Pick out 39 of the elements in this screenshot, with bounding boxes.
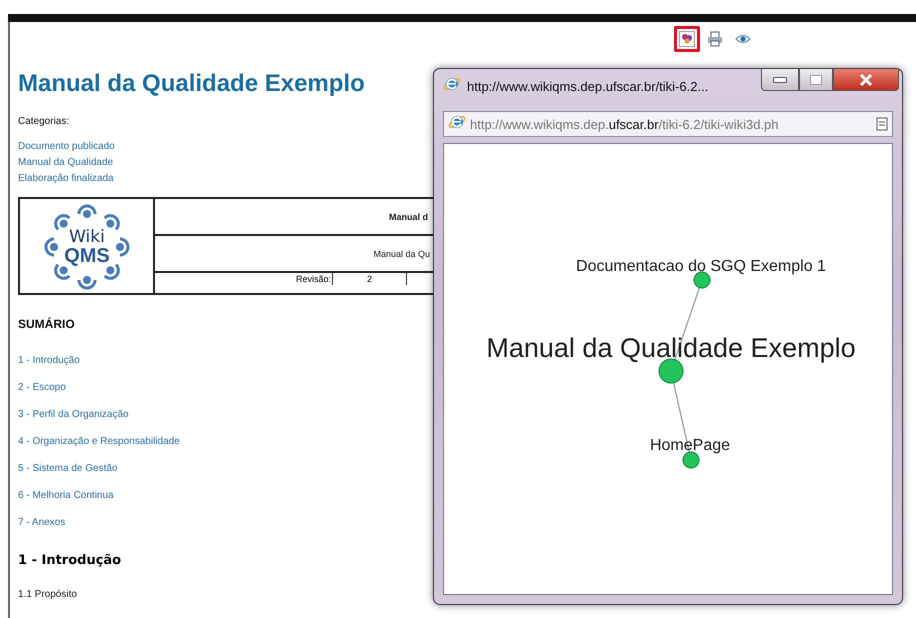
address-bar[interactable]: http://www.wikiqms.dep.ufscar.br/tiki-6.2/tiki-wiki3d.ph	[443, 111, 893, 137]
node-label: HomePage	[650, 437, 730, 454]
node-label: Documentacao do SGQ Exemplo 1	[576, 258, 826, 275]
summary-title: SUMÁRIO	[18, 317, 75, 331]
page-icon	[876, 117, 888, 131]
printer-icon	[707, 31, 723, 47]
minimize-icon	[773, 76, 787, 82]
toolbar-button[interactable]	[674, 26, 700, 52]
logo: Wiki QMS	[42, 202, 132, 290]
summary-link[interactable]: 2 - Escopo	[18, 382, 66, 393]
document-title: Manual d	[388, 212, 428, 222]
close-icon	[859, 74, 873, 86]
address-text: http://www.wikiqms.dep.ufscar.br/tiki-6.2/tiki-wiki3d.ph	[470, 116, 780, 132]
section-heading: 1 - Introdução	[18, 553, 122, 569]
subsection-heading: 1.1 Propósito	[18, 589, 77, 601]
summary-link[interactable]: 4 - Organização e Responsabilidade	[18, 436, 180, 447]
maximize-icon	[810, 74, 822, 84]
close-button[interactable]	[833, 69, 899, 91]
revision-label: Revisão:	[155, 273, 333, 285]
summary-link[interactable]: 1 - Introdução	[18, 355, 80, 366]
summary-link[interactable]: 7 - Anexos	[18, 517, 66, 528]
summary-link[interactable]: 5 - Sistema de Gestão	[18, 463, 118, 474]
category-link[interactable]: Elaboração finalizada	[18, 173, 114, 185]
page-title: Manual da Qualidade Exemplo	[18, 70, 365, 98]
summary-link[interactable]: 6 - Melhoria Continua	[18, 490, 114, 501]
node-label: Manual da Qualidade Exemplo	[486, 333, 856, 363]
maximize-button[interactable]	[799, 69, 833, 91]
eye-icon	[735, 33, 751, 45]
category-link[interactable]: Documento publicado	[18, 141, 115, 153]
categories-label: Categorias:	[18, 116, 70, 127]
graph-node[interactable]	[682, 452, 700, 468]
category-link[interactable]: Manual da Qualidade	[18, 157, 114, 169]
document-subtitle: Manual da Qu	[372, 248, 430, 258]
flower-icon	[679, 31, 695, 47]
graph-node[interactable]	[694, 272, 710, 288]
revision-value: 2	[333, 273, 407, 285]
window-title: http://www.wikiqms.dep.ufscar.br/tiki-6.2...	[467, 78, 710, 94]
summary-link[interactable]: 3 - Perfil da Organização	[18, 409, 129, 420]
minimize-button[interactable]	[761, 69, 799, 91]
